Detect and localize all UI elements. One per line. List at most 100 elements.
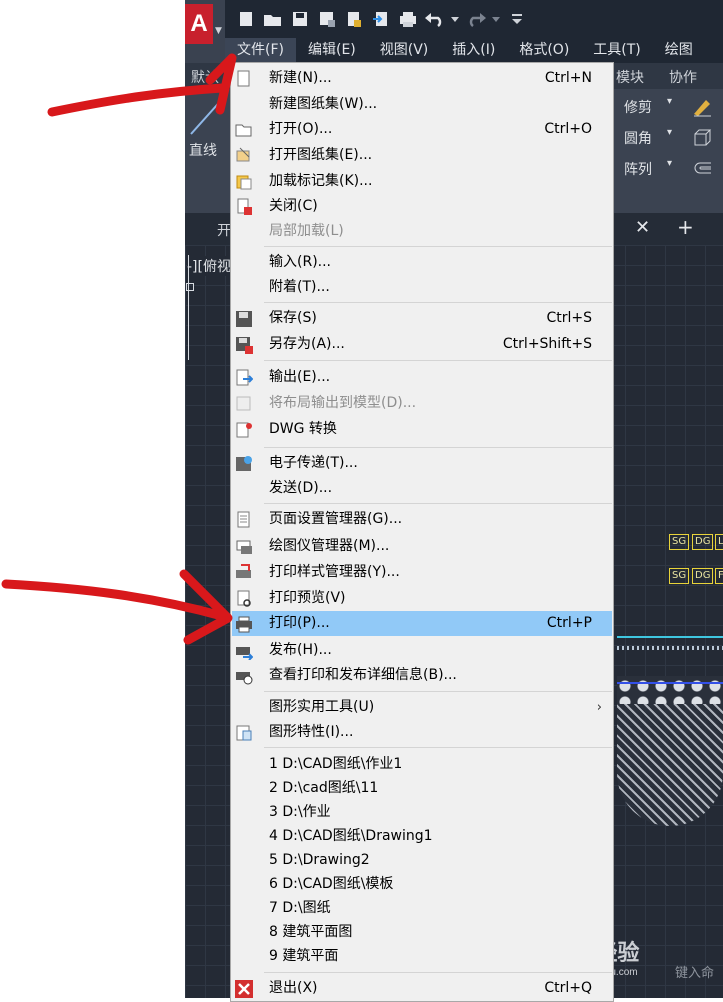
menu-insert[interactable]: 插入(I) xyxy=(440,38,507,63)
file-menu-item[interactable]: 绘图仪管理器(M)... xyxy=(232,534,612,559)
file-menu-item[interactable]: 1 D:\CAD图纸\作业1 xyxy=(232,752,612,777)
ribbon-tab-module[interactable]: 模块 xyxy=(616,67,644,87)
redo-dropdown-icon[interactable] xyxy=(492,8,500,29)
printer-icon xyxy=(235,615,253,633)
offset-icon[interactable] xyxy=(691,158,713,180)
fillet-tool[interactable]: 圆角 xyxy=(624,128,652,148)
file-menu-item[interactable]: 图形特性(I)... xyxy=(232,720,612,745)
file-menu-item[interactable]: 查看打印和发布详细信息(B)... xyxy=(232,663,612,688)
file-menu-item[interactable]: 输入(R)... xyxy=(232,250,612,275)
file-menu-item-label: 输入(R)... xyxy=(269,254,332,270)
plot-details-icon xyxy=(235,667,253,685)
save-icon[interactable] xyxy=(289,8,310,29)
file-menu-item[interactable]: 退出(X) Ctrl+Q xyxy=(232,976,612,1001)
file-menu-item-label: 关闭(C) xyxy=(269,198,318,214)
file-menu-item-label: 加载标记集(K)... xyxy=(269,173,373,189)
autocad-logo-icon: A xyxy=(185,4,213,44)
chevron-right-icon: › xyxy=(596,700,602,715)
line-tool-label[interactable]: 直线 xyxy=(189,140,217,160)
drawing-properties-icon xyxy=(235,724,253,742)
customize-qat-icon[interactable] xyxy=(506,8,527,29)
file-menu-item[interactable]: 附着(T)... xyxy=(232,275,612,300)
file-menu-item[interactable]: 4 D:\CAD图纸\Drawing1 xyxy=(232,824,612,849)
file-menu-item[interactable]: 打开(O)... Ctrl+O xyxy=(232,117,612,142)
file-menu-item-label: 8 建筑平面图 xyxy=(269,924,353,940)
file-menu-item[interactable]: 打印(P)... Ctrl+P xyxy=(232,611,612,636)
file-menu-item[interactable]: 6 D:\CAD图纸\模板 xyxy=(232,872,612,897)
chevron-down-icon[interactable]: ▾ xyxy=(667,158,672,169)
menu-separator xyxy=(264,360,612,361)
menu-file[interactable]: 文件(F) xyxy=(225,38,296,63)
file-menu-item[interactable]: 新建图纸集(W)... xyxy=(232,92,612,117)
file-menu-item[interactable]: 3 D:\作业 xyxy=(232,800,612,825)
menu-format[interactable]: 格式(O) xyxy=(507,38,581,63)
document-tab[interactable]: 开 xyxy=(217,220,231,240)
close-icon[interactable]: ✕ xyxy=(635,217,650,238)
new-icon[interactable] xyxy=(235,8,256,29)
chevron-down-icon[interactable]: ▾ xyxy=(667,127,672,138)
drawing-tag: SG xyxy=(669,568,690,584)
file-menu-item-label: 新建图纸集(W)... xyxy=(269,96,378,112)
file-menu-item[interactable]: 另存为(A)... Ctrl+Shift+S xyxy=(232,332,612,357)
file-menu-item[interactable]: 发布(H)... xyxy=(232,638,612,663)
file-menu-item[interactable]: 发送(D)... xyxy=(232,476,612,501)
file-menu-item-shortcut: Ctrl+Shift+S xyxy=(502,336,592,352)
file-menu-item[interactable]: 7 D:\图纸 xyxy=(232,896,612,921)
menu-edit[interactable]: 编辑(E) xyxy=(296,38,368,63)
file-menu-item-label: 打开图纸集(E)... xyxy=(269,147,373,163)
command-line[interactable]: 键入命 xyxy=(675,962,714,981)
file-menu-item[interactable]: DWG 转换 xyxy=(232,417,612,442)
array-tool[interactable]: 阵列 xyxy=(624,159,652,179)
redo-icon[interactable] xyxy=(465,8,486,29)
undo-dropdown-icon[interactable] xyxy=(451,8,459,29)
ribbon-tab-collaborate[interactable]: 协作 xyxy=(669,67,697,87)
line-tool-icon[interactable] xyxy=(185,90,230,140)
file-menu-item[interactable]: 输出(E)... xyxy=(232,365,612,390)
page-setup-icon xyxy=(235,511,253,529)
file-menu-item[interactable]: 保存(S) Ctrl+S xyxy=(232,306,612,331)
file-menu-item[interactable]: 电子传递(T)... xyxy=(232,451,612,476)
file-menu-item-label: 新建(N)... xyxy=(269,70,332,86)
viewport-label[interactable]: -][俯视 xyxy=(187,256,231,276)
save-as-icon[interactable] xyxy=(316,8,337,29)
file-menu-item-label: 另存为(A)... xyxy=(269,336,345,352)
file-menu-item[interactable]: 新建(N)... Ctrl+N xyxy=(232,66,612,91)
3d-box-icon[interactable] xyxy=(691,127,713,149)
etransmit-icon xyxy=(235,455,253,473)
menu-separator xyxy=(264,747,612,748)
file-menu-item-label: 1 D:\CAD图纸\作业1 xyxy=(269,756,403,772)
file-menu-item[interactable]: 5 D:\Drawing2 xyxy=(232,848,612,873)
menu-view[interactable]: 视图(V) xyxy=(368,38,441,63)
menu-draw[interactable]: 绘图 xyxy=(653,38,705,63)
file-menu-item[interactable]: 加载标记集(K)... xyxy=(232,169,612,194)
import-icon[interactable] xyxy=(370,8,391,29)
application-menu-button[interactable]: A ▼ xyxy=(185,0,225,66)
file-menu-item[interactable]: 打印预览(V) xyxy=(232,586,612,611)
menu-separator xyxy=(264,691,612,692)
add-tab-icon[interactable]: + xyxy=(677,215,694,239)
file-menu-item[interactable]: 2 D:\cad图纸\11 xyxy=(232,776,612,801)
file-menu-item[interactable]: 图形实用工具(U) › xyxy=(232,695,612,720)
menu-separator xyxy=(264,503,612,504)
file-menu-item-label: 附着(T)... xyxy=(269,279,330,295)
open-icon[interactable] xyxy=(262,8,283,29)
save-as-icon xyxy=(235,336,253,354)
chevron-down-icon[interactable]: ▾ xyxy=(667,96,672,107)
web-mobile-icon[interactable] xyxy=(343,8,364,29)
undo-icon[interactable] xyxy=(424,8,445,29)
hatch-pattern xyxy=(617,676,723,704)
file-menu-item-label: 3 D:\作业 xyxy=(269,804,331,820)
file-menu-item[interactable]: 打开图纸集(E)... xyxy=(232,143,612,168)
ribbon-tab-default[interactable]: 默认 xyxy=(191,67,219,87)
file-menu-item[interactable]: 页面设置管理器(G)... xyxy=(232,507,612,532)
file-menu-item[interactable]: 9 建筑平面 xyxy=(232,944,612,969)
file-menu-item[interactable]: 8 建筑平面图 xyxy=(232,920,612,945)
save-icon xyxy=(235,310,253,328)
file-menu-item[interactable]: 打印样式管理器(Y)... xyxy=(232,560,612,585)
plot-icon[interactable] xyxy=(397,8,418,29)
erase-icon[interactable] xyxy=(691,96,713,118)
menu-tools[interactable]: 工具(T) xyxy=(581,38,652,63)
file-menu-item[interactable]: 关闭(C) xyxy=(232,194,612,219)
file-menu-item-label: 打印样式管理器(Y)... xyxy=(269,564,400,580)
trim-tool[interactable]: 修剪 xyxy=(624,97,652,117)
